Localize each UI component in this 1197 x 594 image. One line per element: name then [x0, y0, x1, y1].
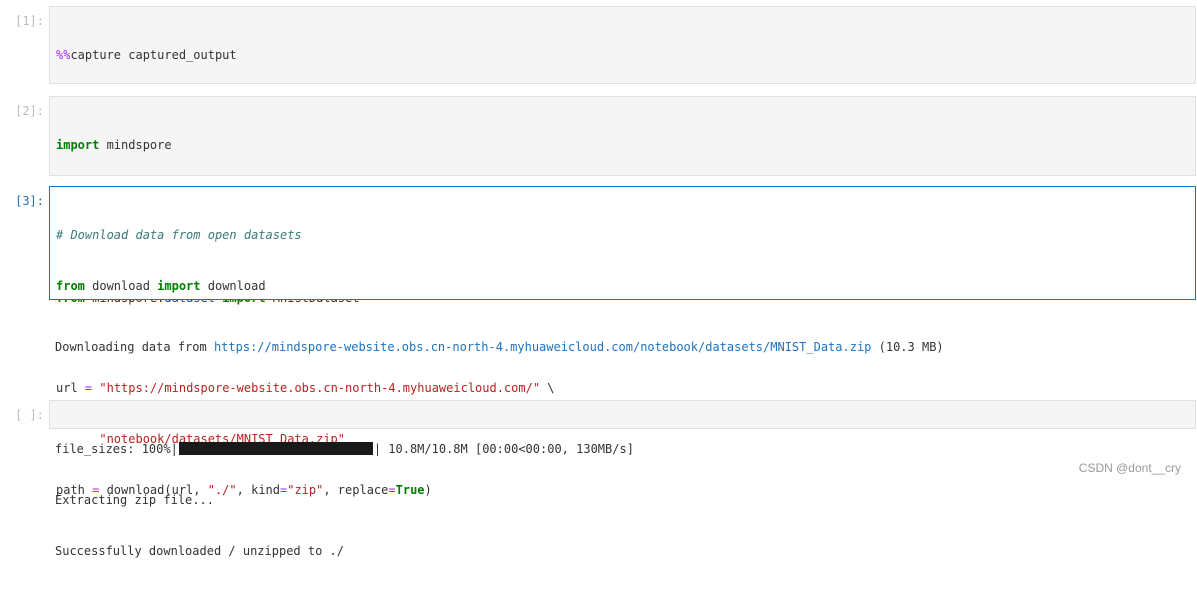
cell-prompt: [2]:	[15, 104, 44, 118]
code-line: %%capture captured_output	[56, 48, 237, 62]
progress-label: file_sizes: 100%|	[55, 442, 178, 456]
code-line: # Download data from open datasets	[56, 228, 302, 242]
success-line: Successfully downloaded / unzipped to ./	[55, 544, 344, 558]
progress-line: file_sizes: 100%| | 10.8M/10.8M [00:00<00…	[55, 441, 944, 458]
cell-input[interactable]: %%capture captured_output # 实验环境已经预装了min…	[49, 6, 1196, 215]
cell-input[interactable]	[49, 400, 1196, 429]
cell-input[interactable]: # Download data from open datasets from …	[49, 186, 1196, 497]
download-line: Downloading data from https://mindspore-…	[55, 339, 944, 356]
code-line: from download import download	[56, 279, 266, 293]
progress-stats: | 10.8M/10.8M [00:00<00:00, 130MB/s]	[373, 442, 634, 456]
extracting-line: Extracting zip file...	[55, 493, 214, 507]
progress-bar	[178, 442, 373, 455]
code-cell-3[interactable]: [3]: # Download data from open datasets …	[0, 186, 1197, 558]
download-prefix: Downloading data from	[55, 340, 214, 354]
code-cell-4[interactable]: [ ]:	[0, 400, 1197, 429]
cell-prompt: [ ]:	[15, 408, 44, 422]
cell-output: Downloading data from https://mindspore-…	[55, 305, 944, 594]
download-size: (10.3 MB)	[871, 340, 944, 354]
csdn-watermark: CSDN @dont__cry	[1078, 461, 1181, 475]
code-cell-2[interactable]: [2]: import mindspore from mindspore imp…	[0, 96, 1197, 305]
code-cell-1[interactable]: [1]: %%capture captured_output # 实验环境已经预…	[0, 6, 1197, 215]
download-url-link[interactable]: https://mindspore-website.obs.cn-north-4…	[214, 340, 871, 354]
code-line: import mindspore	[56, 138, 172, 152]
cell-prompt: [3]:	[15, 194, 44, 208]
cell-input[interactable]: import mindspore from mindspore import n…	[49, 96, 1196, 305]
cell-prompt: [1]:	[15, 14, 44, 28]
